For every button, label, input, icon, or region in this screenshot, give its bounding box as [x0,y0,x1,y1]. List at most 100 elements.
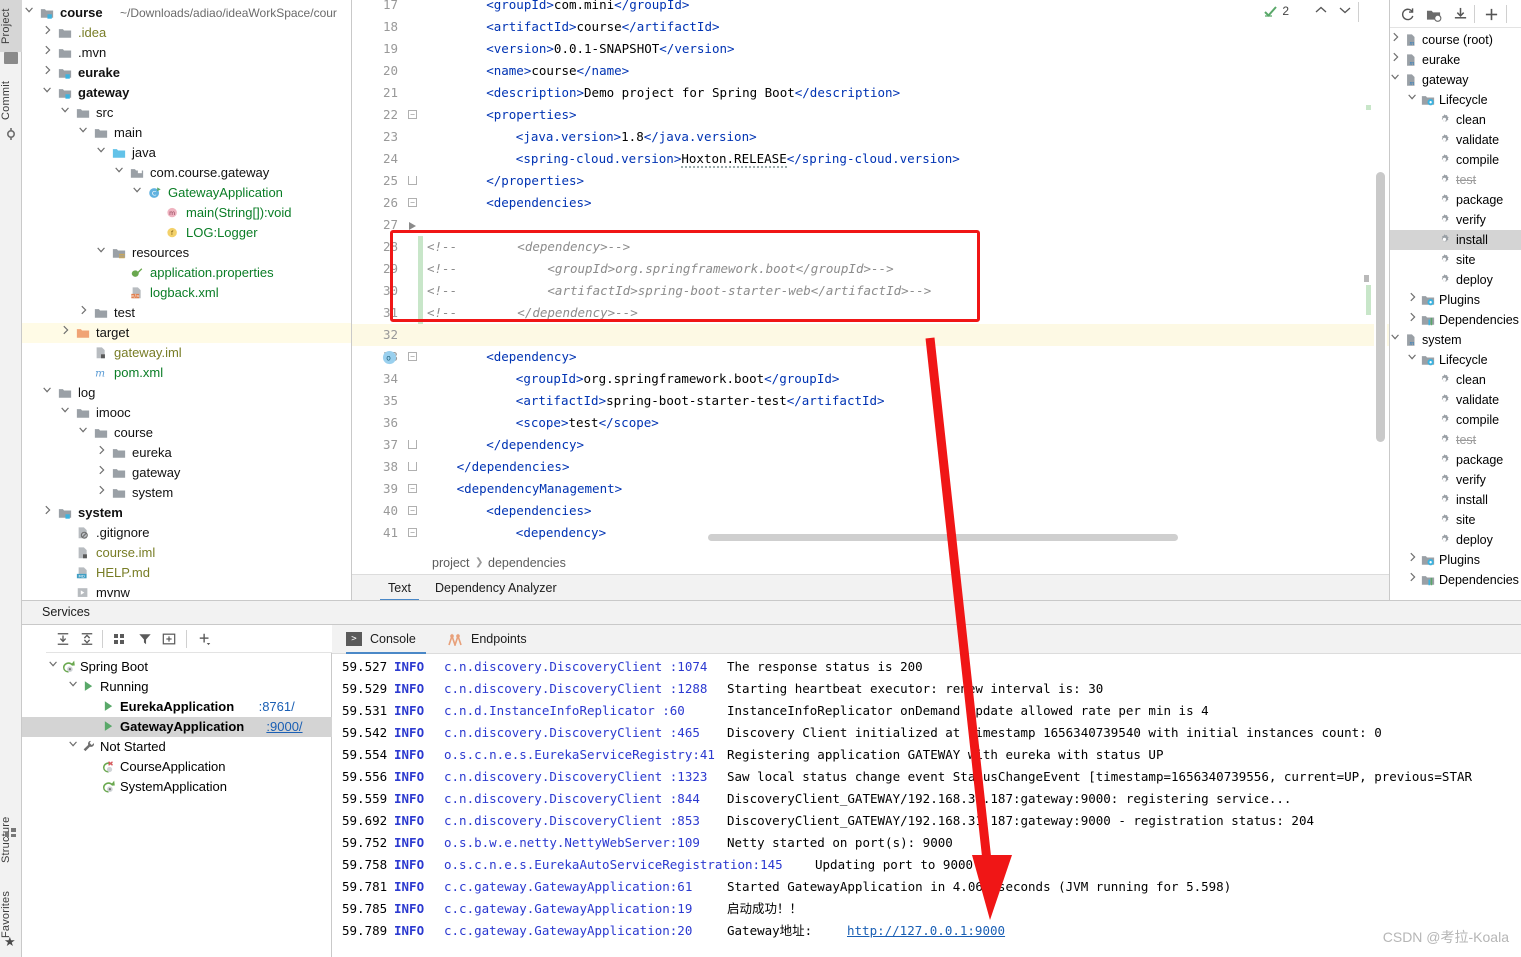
tree-twisty-expanded[interactable] [24,3,34,23]
project-tree-item[interactable]: target [22,323,351,343]
breadcrumb[interactable]: project ❯ dependencies [352,552,1389,574]
maven-tree-item[interactable]: install [1390,490,1521,510]
fold-collapse-icon[interactable]: − [408,198,417,207]
services-port-link[interactable]: :9000/ [266,717,302,737]
project-tree-item[interactable]: m pom.xml [22,363,351,383]
maven-tree-item[interactable]: Lifecycle [1390,350,1521,370]
tab-text[interactable]: Text [380,575,419,601]
tree-twisty-collapsed[interactable] [1390,50,1400,70]
project-tree-item[interactable]: .mvn [22,43,351,63]
tab-dependency-analyzer[interactable]: Dependency Analyzer [427,575,565,601]
project-tree-item[interactable]: gateway [22,463,351,483]
maven-tree-item[interactable]: verify [1390,470,1521,490]
tree-twisty-expanded[interactable] [60,103,70,123]
maven-tree-item[interactable]: compile [1390,150,1521,170]
code-line[interactable]: 29 <!-- <groupId>org.springframework.boot… [352,258,1389,280]
project-tree-item[interactable]: C GatewayApplication [22,183,351,203]
project-tree-item[interactable]: com.course.gateway [22,163,351,183]
maven-tree-item[interactable]: package [1390,190,1521,210]
fold-collapse-icon[interactable]: − [408,110,417,119]
fold-collapse-icon[interactable]: − [408,506,417,515]
project-tree-item[interactable]: </> logback.xml [22,283,351,303]
maven-tree-item[interactable]: Dependencies [1390,570,1521,590]
tree-twisty-collapsed[interactable] [42,63,52,83]
tree-twisty-expanded[interactable] [68,677,78,697]
tree-twisty-expanded[interactable] [114,163,124,183]
maven-tree-item[interactable]: site [1390,510,1521,530]
code-line[interactable]: 20 <name>course</name> [352,60,1389,82]
services-tree-item[interactable]: GatewayApplication:9000/ [22,717,332,737]
project-tree-item[interactable]: f LOG:Logger [22,223,351,243]
project-tree-item[interactable]: eurake [22,63,351,83]
tree-twisty-collapsed[interactable] [96,463,106,483]
error-stripe-change[interactable] [1366,105,1371,110]
code-line[interactable]: 28 <!-- <dependency>--> [352,236,1389,258]
code-lines[interactable]: 17 <groupId>com.mini</groupId> 18 <artifact… [352,0,1389,543]
project-tree-item[interactable]: resources [22,243,351,263]
project-tree-item[interactable]: eureka [22,443,351,463]
download-sources-icon[interactable] [1453,7,1468,22]
fold-collapse-icon[interactable]: − [408,352,417,361]
breadcrumb-dependencies[interactable]: dependencies [488,552,566,574]
maven-tree-item[interactable]: Lifecycle [1390,90,1521,110]
console-tabs[interactable]: > Console Endpoints [332,625,1521,654]
project-tree-item[interactable]: system [22,483,351,503]
tree-twisty-collapsed[interactable] [96,443,106,463]
tool-tab-commit[interactable]: Commit [0,72,22,128]
services-tree-item[interactable]: Running [22,677,332,697]
project-tree-item[interactable]: gateway.iml [22,343,351,363]
maven-tree-item[interactable]: Dependencies [1390,310,1521,330]
tab-console[interactable]: > Console [346,625,426,654]
code-line[interactable]: 22 − <properties> [352,104,1389,126]
maven-tree-item[interactable]: verify [1390,210,1521,230]
maven-tree-item[interactable]: clean [1390,110,1521,130]
code-line[interactable]: 30 <!-- <artifactId>spring-boot-starter-w… [352,280,1389,302]
run-gutter-icon[interactable] [407,221,417,231]
maven-tree-item[interactable]: deploy [1390,530,1521,550]
maven-tree-item[interactable]: Plugins [1390,550,1521,570]
project-tree-item[interactable]: test [22,303,351,323]
add-maven-projects-icon[interactable] [1426,7,1442,22]
services-port-link[interactable]: :8761/ [259,697,295,717]
collapse-all-icon[interactable] [80,632,94,646]
code-line[interactable]: 23 <java.version>1.8</java.version> [352,126,1389,148]
console-output[interactable]: 59.527 INFO c.n.discovery.DiscoveryClient … [332,654,1521,957]
tree-twisty-collapsed[interactable] [1390,30,1400,50]
project-tree-item[interactable]: mvnw [22,583,351,600]
code-line[interactable]: 37 </dependency> [352,434,1389,456]
maven-toolbar[interactable] [1390,0,1521,28]
project-tool-window[interactable]: course ~/Downloads/adiao/ideaWorkSpace/co… [22,0,352,600]
tree-twisty-expanded[interactable] [96,143,106,163]
tree-twisty-collapsed[interactable] [42,23,52,43]
project-tree-item[interactable]: m main(String[]):void [22,203,351,223]
fold-collapse-icon[interactable]: − [408,528,417,537]
tree-twisty-collapsed[interactable] [60,323,70,343]
code-line[interactable]: 24 <spring-cloud.version>Hoxton.RELEASE</… [352,148,1389,170]
maven-tree-item[interactable]: validate [1390,130,1521,150]
code-line[interactable]: 25 </properties> [352,170,1389,192]
project-tree-item[interactable]: java [22,143,351,163]
error-stripe-mark[interactable] [1364,275,1369,282]
tree-twisty-expanded[interactable] [68,737,78,757]
tree-twisty-expanded[interactable] [1407,350,1417,370]
tool-tab-structure[interactable]: Structure [0,805,22,875]
services-tree-item[interactable]: Not Started [22,737,332,757]
maven-tree-item[interactable]: package [1390,450,1521,470]
console-panel[interactable]: > Console Endpoints 59.527 INFO c.n.discov… [332,625,1521,957]
code-line[interactable]: 26 − <dependencies> [352,192,1389,214]
vcs-change-marker[interactable] [418,302,423,324]
code-line[interactable]: 32 [352,324,1389,346]
tree-twisty-expanded[interactable] [132,183,142,203]
services-tool-window[interactable]: Spring Boot Running EurekaApplication:8761… [22,625,332,957]
code-line[interactable]: 38 </dependencies> [352,456,1389,478]
tree-twisty-expanded[interactable] [78,423,88,443]
tool-tab-project[interactable]: Project [0,0,22,52]
maven-tree-item[interactable]: install [1390,230,1521,250]
project-tree-item[interactable]: gateway [22,83,351,103]
project-tree-item[interactable]: course.iml [22,543,351,563]
tree-twisty-expanded[interactable] [96,243,106,263]
services-tree-item[interactable]: EurekaApplication:8761/ [22,697,332,717]
fold-collapse-icon[interactable]: − [408,484,417,493]
code-line[interactable]: 21 <description>Demo project for Spring B… [352,82,1389,104]
tree-twisty-expanded[interactable] [1390,70,1400,90]
